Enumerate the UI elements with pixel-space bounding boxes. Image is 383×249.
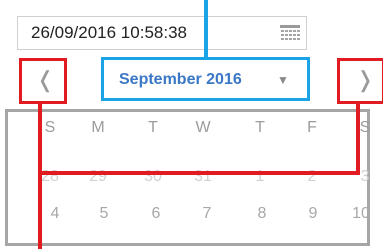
month-title: September 2016 bbox=[119, 71, 242, 88]
month-year-selector[interactable]: September 2016 ▼ bbox=[101, 57, 310, 101]
weekday-header: M bbox=[91, 119, 105, 136]
callout-line bbox=[38, 103, 42, 249]
calendar-day[interactable]: 5 bbox=[94, 205, 114, 223]
chevron-down-icon: ▼ bbox=[277, 73, 289, 87]
calendar-day[interactable]: 9 bbox=[303, 205, 323, 223]
weekday-header: W bbox=[195, 119, 211, 136]
calendar-day[interactable]: 4 bbox=[45, 205, 65, 223]
weekday-header: T bbox=[255, 119, 265, 136]
weekday-header: S bbox=[44, 119, 56, 136]
datetime-value: 26/09/2016 10:58:38 bbox=[31, 23, 187, 42]
calendar-grid-icon[interactable] bbox=[280, 25, 300, 42]
prev-month-button[interactable]: ❬ bbox=[19, 58, 67, 104]
calendar-day[interactable]: 6 bbox=[146, 205, 166, 223]
weekday-header: F bbox=[307, 119, 317, 136]
callout-line bbox=[38, 171, 360, 175]
next-month-button[interactable]: ❭ bbox=[337, 58, 383, 104]
calendar-day[interactable]: 7 bbox=[197, 205, 217, 223]
datetime-input[interactable]: 26/09/2016 10:58:38 bbox=[17, 16, 307, 50]
chevron-left-icon: ❬ bbox=[36, 67, 55, 92]
month-callout-line bbox=[204, 0, 208, 58]
callout-line bbox=[356, 103, 360, 175]
chevron-right-icon: ❭ bbox=[356, 67, 375, 92]
calendar-day[interactable]: 10 bbox=[351, 205, 371, 223]
weekday-header: T bbox=[148, 119, 158, 136]
calendar-day[interactable]: 8 bbox=[252, 205, 272, 223]
